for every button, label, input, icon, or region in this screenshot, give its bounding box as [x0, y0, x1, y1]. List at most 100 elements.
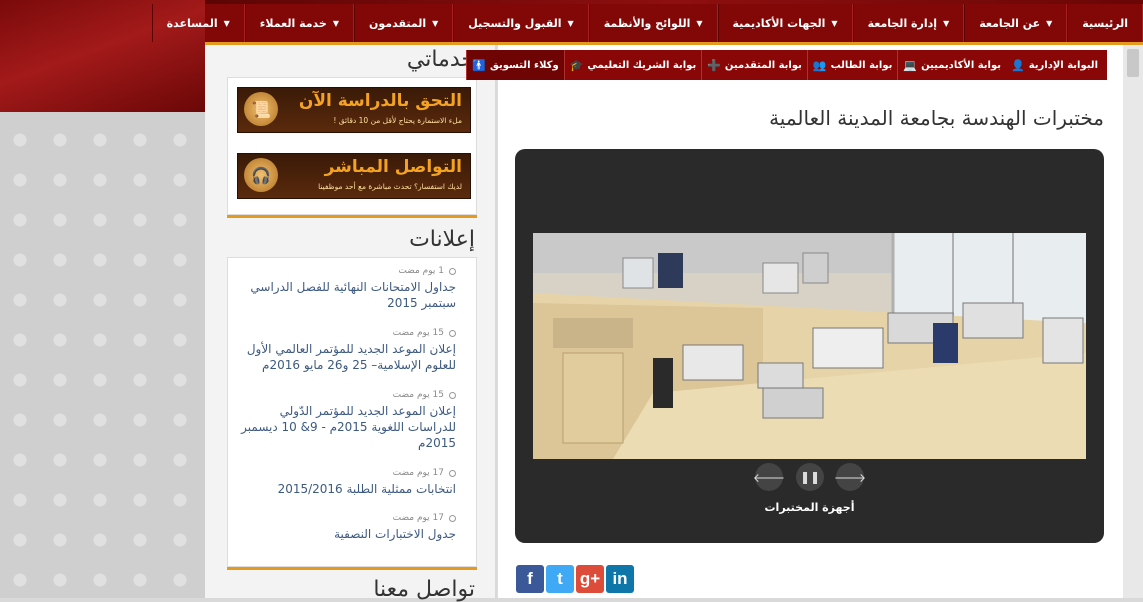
- nav-item-label: اللوائح والأنظمة: [603, 16, 691, 30]
- group-icon: 👥: [812, 58, 827, 72]
- announcement-link[interactable]: جداول الامتحانات النهائية للفصل الدراسي …: [236, 279, 456, 311]
- announcement-age-text: 15 يوم مضت: [392, 390, 444, 400]
- caret-down-icon: ▼: [332, 18, 339, 28]
- nav-item-3[interactable]: الجهات الأكاديمية ▼: [717, 4, 853, 42]
- nav-item-5[interactable]: القبول والتسجيل ▼: [453, 4, 589, 42]
- lab-photo: [533, 233, 1086, 459]
- announcement-item: 15 يوم مضت إعلان الموعد الجديد للمؤتمر ال…: [236, 328, 456, 373]
- divider: [227, 567, 477, 570]
- headset-icon: 🎧: [244, 158, 278, 192]
- announcement-link[interactable]: جدول الاختبارات النصفية: [236, 526, 456, 542]
- announcement-age: 17 يوم مضت: [236, 513, 456, 523]
- circle-icon: [449, 514, 456, 522]
- live-contact-banner-title: التواصل المباشر: [324, 157, 462, 177]
- google-plus-icon[interactable]: g+: [576, 565, 604, 593]
- announcement-age-text: 17 يوم مضت: [392, 513, 444, 523]
- caret-down-icon: ▼: [831, 18, 838, 28]
- announcements-title: إعلانات: [409, 227, 475, 252]
- portal-link-1[interactable]: 💻 بوابة الأكاديميين: [897, 50, 1006, 80]
- nav-item-label: خدمة العملاء: [259, 16, 327, 30]
- services-box: 📜 التحق بالدراسة الآن ملء الاستمارة يحتا…: [227, 77, 477, 215]
- announcement-item: 17 يوم مضت جدول الاختبارات النصفية: [236, 513, 456, 542]
- enroll-banner-title: التحق بالدراسة الآن: [298, 91, 462, 111]
- announcement-age: 1 يوم مضت: [236, 266, 456, 276]
- live-contact-banner-subtitle: لديك استفسار؟ تحدث مباشرة مع أحد موظفينا: [318, 182, 462, 191]
- portal-link-label: بوابة الشريك التعليمي: [587, 59, 697, 71]
- nav-item-0[interactable]: الرئيسية: [1067, 4, 1143, 42]
- social-share-bar: f t g+ in: [516, 565, 634, 593]
- slide-caption: أجهزة المختبرات: [764, 501, 855, 514]
- portal-link-2[interactable]: 👥 بوابة الطالب: [806, 50, 897, 80]
- page-title: مختبرات الهندسة بجامعة المدينة العالمية: [769, 106, 1104, 130]
- linkedin-icon[interactable]: in: [606, 565, 634, 593]
- portal-link-5[interactable]: 🚹 وكلاء التسويق: [466, 50, 564, 80]
- slider-next-button[interactable]: 🡒: [834, 463, 866, 491]
- announcement-link[interactable]: انتخابات ممثلية الطلبة 2015/2016: [236, 481, 456, 497]
- nav-item-7[interactable]: خدمة العملاء ▼: [244, 4, 354, 42]
- caret-down-icon: ▼: [943, 18, 950, 28]
- caret-down-icon: ▼: [432, 18, 439, 28]
- circle-icon: [449, 267, 456, 275]
- announcement-age-text: 17 يوم مضت: [392, 468, 444, 478]
- announcement-age: 15 يوم مضت: [236, 390, 456, 400]
- caret-down-icon: ▼: [696, 18, 703, 28]
- portal-link-0[interactable]: 👤 البوابة الإدارية: [1006, 50, 1103, 80]
- portal-bar: 👤 البوابة الإدارية 💻 بوابة الأكاديميين 👥 بواب…: [466, 50, 1107, 80]
- portal-link-label: بوابة المتقدمين: [724, 59, 802, 71]
- person-icon: 🚹: [472, 58, 487, 72]
- twitter-icon[interactable]: t: [546, 565, 574, 593]
- announcements-box: 1 يوم مضت جداول الامتحانات النهائية للفصل…: [227, 257, 477, 567]
- nav-item-label: القبول والتسجيل: [468, 16, 562, 30]
- scrollbar-thumb[interactable]: [1127, 49, 1139, 77]
- portal-link-3[interactable]: ➕ بوابة المتقدمين: [701, 50, 807, 80]
- slider-prev-button[interactable]: 🡐: [753, 463, 785, 491]
- scroll-icon: 📜: [244, 92, 278, 126]
- announcement-age-text: 1 يوم مضت: [398, 266, 444, 276]
- caret-down-icon: ▼: [223, 18, 230, 28]
- nav-item-label: إدارة الجامعة: [867, 16, 938, 30]
- enroll-banner[interactable]: 📜 التحق بالدراسة الآن ملء الاستمارة يحتا…: [237, 87, 471, 133]
- divider: [227, 215, 477, 218]
- announcement-link[interactable]: إعلان الموعد الجديد للمؤتمر العالمي الأو…: [236, 341, 456, 373]
- user-plus-icon: ➕: [707, 58, 721, 72]
- portal-link-label: وكلاء التسويق: [490, 59, 559, 71]
- lab-photo-illustration: [533, 233, 1086, 459]
- announcement-link[interactable]: إعلان الموعد الجديد للمؤتمر الدّولي للدر…: [236, 403, 456, 451]
- circle-icon: [449, 391, 456, 399]
- circle-icon: [449, 329, 456, 337]
- nav-item-8[interactable]: المساعدة ▼: [151, 4, 245, 42]
- nav-item-label: المساعدة: [166, 16, 218, 30]
- services-title: خدماتي: [406, 47, 475, 72]
- slider-pause-button[interactable]: ❚❚: [796, 463, 824, 491]
- caret-down-icon: ▼: [567, 18, 574, 28]
- portal-link-4[interactable]: 🎓 بوابة الشريك التعليمي: [563, 50, 701, 80]
- user-icon: 👤: [1011, 58, 1025, 72]
- nav-item-6[interactable]: المتقدمون ▼: [354, 4, 454, 42]
- enroll-banner-subtitle: ملء الاستمارة يحتاج لأقل من 10 دقائق !: [333, 116, 462, 125]
- nav-item-1[interactable]: عن الجامعة ▼: [964, 4, 1068, 42]
- circle-icon: [449, 469, 456, 477]
- announcement-age-text: 15 يوم مضت: [392, 328, 444, 338]
- contact-title: تواصل معنا: [373, 577, 475, 602]
- portal-link-label: بوابة الأكاديميين: [921, 59, 1002, 71]
- portal-link-label: بوابة الطالب: [830, 59, 893, 71]
- announcement-item: 1 يوم مضت جداول الامتحانات النهائية للفصل…: [236, 266, 456, 311]
- nav-item-label: الرئيسية: [1082, 16, 1128, 30]
- portal-link-label: البوابة الإدارية: [1028, 59, 1098, 71]
- facebook-icon[interactable]: f: [516, 565, 544, 593]
- main-nav: الرئيسية عن الجامعة ▼ إدارة الجامعة ▼ الجهات …: [151, 4, 1143, 45]
- nav-item-label: الجهات الأكاديمية: [732, 16, 826, 30]
- announcement-age: 17 يوم مضت: [236, 468, 456, 478]
- nav-item-label: المتقدمون: [369, 16, 427, 30]
- nav-item-2[interactable]: إدارة الجامعة ▼: [852, 4, 965, 42]
- announcement-item: 15 يوم مضت إعلان الموعد الجديد للمؤتمر ال…: [236, 390, 456, 451]
- image-slider: 🡐 ❚❚ 🡒 أجهزة المختبرات: [515, 149, 1104, 543]
- content-border: [497, 45, 498, 598]
- announcement-item: 17 يوم مضت انتخابات ممثلية الطلبة 2015/20…: [236, 468, 456, 497]
- graduation-cap-icon: 🎓: [569, 58, 584, 72]
- scrollbar[interactable]: [1123, 45, 1143, 598]
- nav-item-4[interactable]: اللوائح والأنظمة ▼: [588, 4, 718, 42]
- live-contact-banner[interactable]: 🎧 التواصل المباشر لديك استفسار؟ تحدث مبا…: [237, 153, 471, 199]
- announcement-age: 15 يوم مضت: [236, 328, 456, 338]
- nav-item-label: عن الجامعة: [979, 16, 1041, 30]
